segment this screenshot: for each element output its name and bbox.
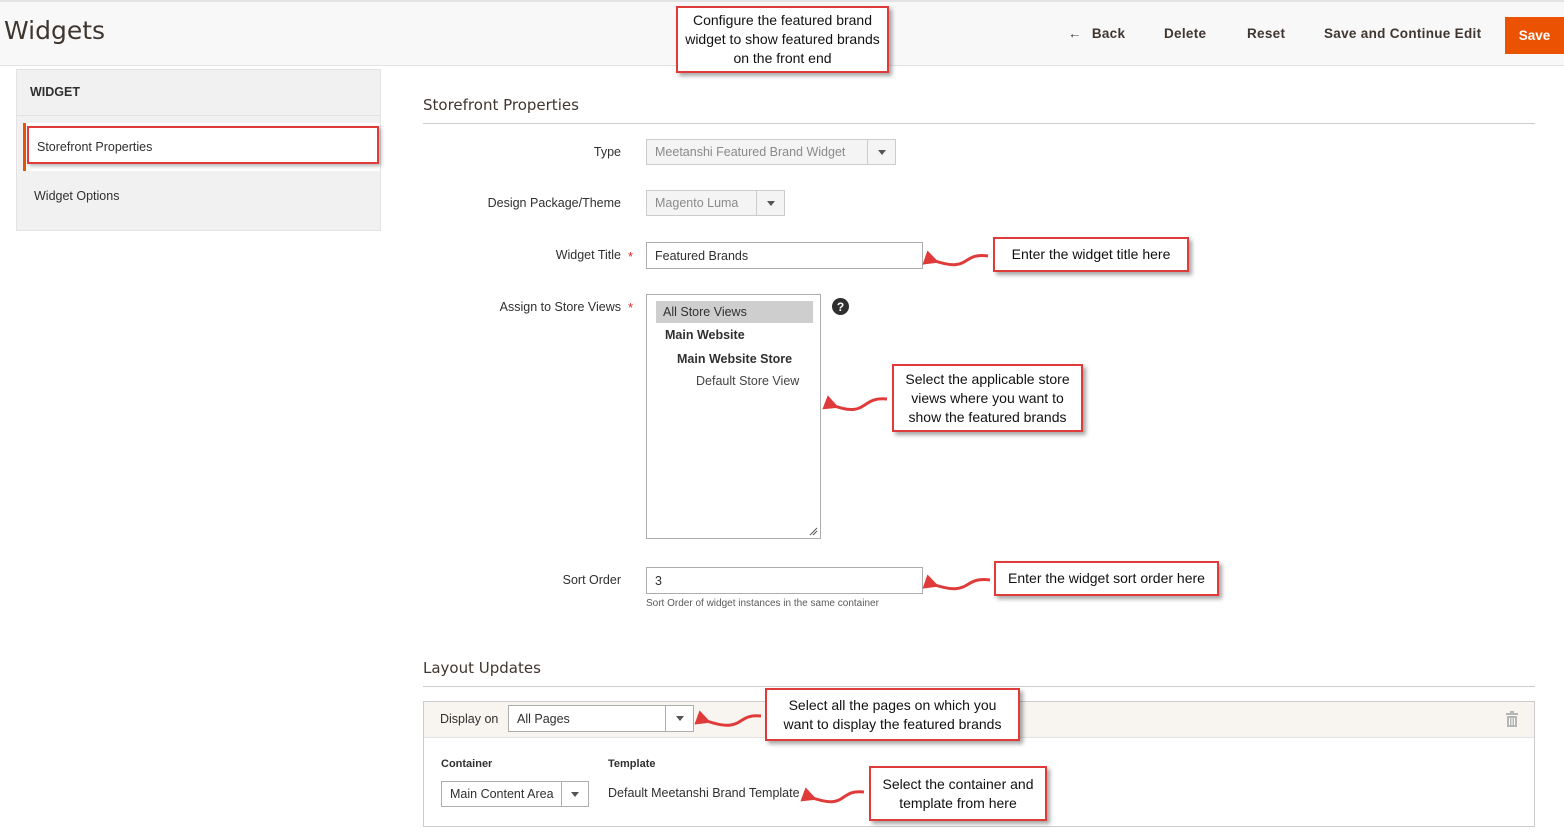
back-button[interactable]: ← Back [1068, 26, 1125, 41]
highlight-storefront-properties [27, 126, 379, 164]
section-divider [423, 123, 1535, 124]
widget-title-value: Featured Brands [655, 248, 749, 263]
sort-order-input[interactable]: 3 [646, 567, 923, 594]
arrow-icon [922, 250, 989, 267]
container-value: Main Content Area [450, 787, 554, 801]
delete-button[interactable]: Delete [1164, 26, 1206, 41]
container-label: Container [441, 758, 493, 770]
store-view-option-all[interactable]: All Store Views [656, 301, 813, 323]
section-title-layout-updates: Layout Updates [423, 659, 541, 677]
chevron-down-icon [867, 140, 895, 164]
chevron-down-icon [756, 191, 784, 215]
sort-order-value: 3 [655, 573, 662, 588]
required-asterisk: * [628, 300, 634, 315]
theme-label: Design Package/Theme [487, 196, 621, 210]
display-on-label: Display on [440, 712, 499, 726]
section-divider [423, 686, 1535, 687]
arrow-icon [922, 574, 991, 591]
store-views-label: Assign to Store Views [499, 300, 621, 314]
required-asterisk: * [628, 249, 634, 264]
sidebar-divider [17, 115, 380, 116]
save-and-continue-button[interactable]: Save and Continue Edit [1324, 26, 1481, 41]
display-on-value: All Pages [517, 711, 570, 726]
callout-sort-order: Enter the widget sort order here [994, 561, 1219, 596]
type-select[interactable]: Meetanshi Featured Brand Widget [646, 139, 896, 165]
store-view-option-default[interactable]: Default Store View [696, 374, 799, 388]
callout-widget-title: Enter the widget title here [993, 237, 1189, 272]
trash-icon[interactable] [1505, 711, 1519, 727]
reset-button[interactable]: Reset [1247, 26, 1285, 41]
template-value: Default Meetanshi Brand Template [608, 786, 800, 800]
theme-select-value: Magento Luma [655, 196, 739, 210]
callout-configure-widget: Configure the featured brand widget to s… [676, 6, 889, 73]
type-select-value: Meetanshi Featured Brand Widget [655, 145, 846, 159]
store-views-multiselect[interactable]: All Store Views Main Website Main Websit… [646, 294, 821, 539]
help-icon[interactable]: ? [832, 298, 849, 315]
back-button-label: Back [1091, 26, 1126, 41]
template-label: Template [608, 758, 656, 770]
page-title: Widgets [4, 16, 106, 45]
chevron-down-icon [665, 706, 693, 731]
callout-store-views: Select the applicable store views where … [892, 364, 1083, 432]
widget-title-input[interactable]: Featured Brands [646, 242, 923, 269]
sort-order-label: Sort Order [562, 573, 621, 587]
arrow-icon [822, 395, 888, 411]
callout-container-template: Select the container and template from h… [869, 766, 1047, 821]
container-select[interactable]: Main Content Area [441, 781, 589, 807]
chevron-down-icon [561, 782, 588, 806]
widget-title-label: Widget Title [555, 248, 621, 262]
store-view-group-store: Main Website Store [677, 352, 793, 366]
save-button[interactable]: Save [1505, 17, 1564, 54]
store-view-group-website: Main Website [665, 328, 745, 342]
sidebar-title: WIDGET [30, 85, 80, 99]
sort-order-note: Sort Order of widget instances in the sa… [646, 598, 879, 609]
section-title-storefront: Storefront Properties [423, 96, 579, 114]
callout-display-on: Select all the pages on which you want t… [765, 688, 1020, 741]
arrow-left-icon: ← [1068, 26, 1082, 41]
resize-handle-icon[interactable] [809, 527, 818, 536]
display-on-select[interactable]: All Pages [508, 705, 694, 732]
sidebar-item-label: Widget Options [34, 189, 120, 203]
theme-select[interactable]: Magento Luma [646, 190, 785, 216]
